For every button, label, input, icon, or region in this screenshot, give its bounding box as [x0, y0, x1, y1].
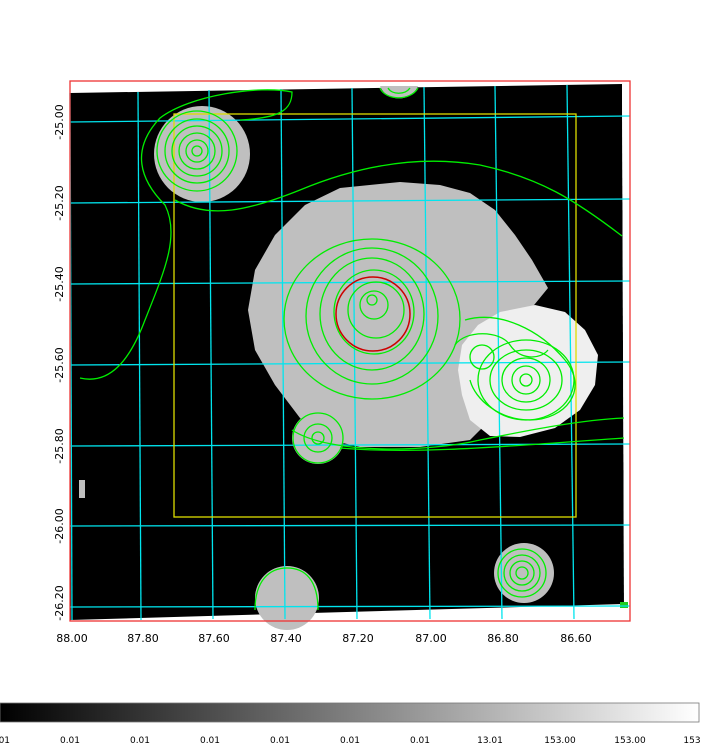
colorbar-label: 0.01 [130, 736, 150, 746]
colorbar-label: 13.01 [477, 736, 503, 746]
x-axis-ticks: 88.00 87.80 87.60 87.40 87.20 87.00 86.8… [56, 632, 592, 645]
colorbar-label: 0.01 [410, 736, 430, 746]
colorbar-label: 0.01 [200, 736, 220, 746]
y-tick: -25.80 [53, 428, 66, 463]
y-axis-ticks: -25.00 -25.20 -25.40 -25.60 -25.80 -26.0… [53, 104, 66, 620]
colorbar-label: 0.01 [0, 736, 10, 746]
colorbar-label: 0.01 [60, 736, 80, 746]
source-bottom-right [494, 543, 554, 603]
x-tick: 87.40 [270, 632, 302, 645]
colorbar-label: 153.00 [544, 736, 576, 746]
figure: 88.00 87.80 87.60 87.40 87.20 87.00 86.8… [0, 80, 701, 746]
colorbar-label: 0.01 [340, 736, 360, 746]
y-tick: -25.20 [53, 185, 66, 220]
y-tick: -26.00 [53, 508, 66, 543]
y-tick: -25.60 [53, 347, 66, 382]
x-tick: 88.00 [56, 632, 88, 645]
colorbar-labels: 0.01 0.01 0.01 0.01 0.01 0.01 0.01 13.01… [0, 736, 701, 746]
y-tick: -25.00 [53, 104, 66, 139]
y-tick: -25.40 [53, 266, 66, 301]
y-tick: -26.20 [53, 585, 66, 620]
colorbar-label: 0.01 [270, 736, 290, 746]
colorbar [0, 702, 700, 723]
colorbar-label: 153 [683, 736, 700, 746]
colorbar-label: 153.00 [614, 736, 646, 746]
x-tick: 87.20 [342, 632, 374, 645]
x-tick: 87.60 [198, 632, 230, 645]
x-tick: 87.80 [127, 632, 159, 645]
x-tick: 86.60 [560, 632, 592, 645]
x-tick: 87.00 [415, 632, 447, 645]
x-tick: 86.80 [487, 632, 519, 645]
small-source-lower [292, 412, 344, 464]
